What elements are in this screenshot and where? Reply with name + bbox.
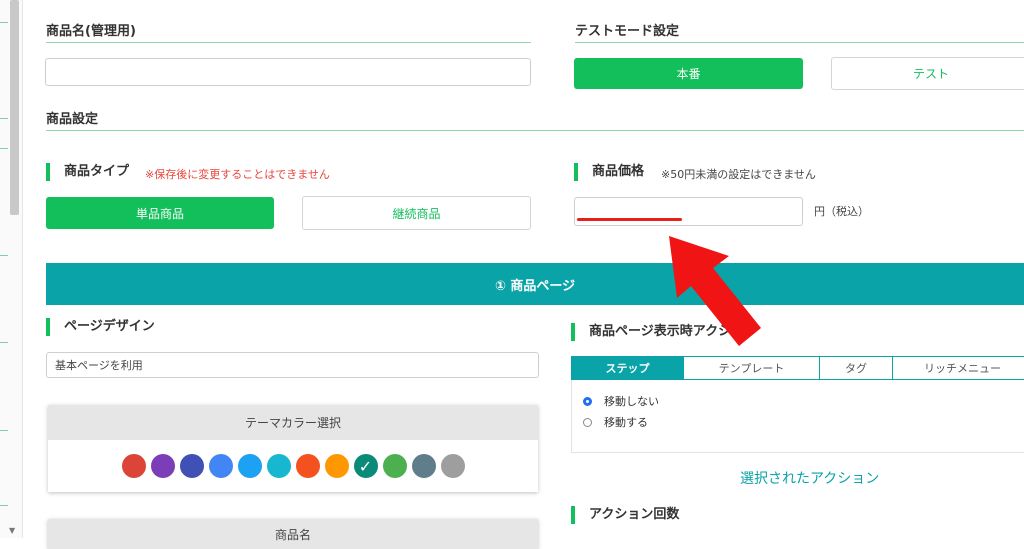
product-name-title: 商品名(管理用)	[46, 24, 136, 39]
test-mode-title: テストモード設定	[575, 24, 680, 39]
product-page-banner[interactable]: ① 商品ページ	[46, 263, 1024, 305]
option-move[interactable]: 移動する	[583, 414, 648, 430]
option-label: 移動しない	[604, 395, 659, 408]
theme-color-swatch[interactable]	[237, 454, 262, 478]
tab-rich-menu[interactable]: リッチメニュー	[893, 357, 1024, 379]
product-type-note: ※保存後に変更することはできません	[145, 168, 330, 181]
rail-tick	[0, 22, 8, 23]
theme-color-swatch[interactable]	[121, 454, 146, 478]
action-count-title: アクション回数	[571, 506, 679, 524]
single-product-button[interactable]: 単品商品	[46, 197, 274, 229]
swatch-row: ✓	[48, 454, 538, 478]
action-options-panel: 移動しない 移動する	[571, 380, 1024, 453]
theme-color-swatch[interactable]	[324, 454, 349, 478]
action-tabs: ステップ テンプレート タグ リッチメニュー	[571, 356, 1024, 380]
theme-color-swatch[interactable]	[150, 454, 175, 478]
check-icon: ✓	[358, 456, 373, 476]
tab-tag[interactable]: タグ	[820, 357, 893, 379]
scroll-down-icon[interactable]: ▼	[9, 526, 15, 535]
theme-color-swatch[interactable]	[295, 454, 320, 478]
theme-color-header: テーマカラー選択	[48, 405, 538, 440]
product-name-card: 商品名	[48, 519, 538, 549]
divider	[575, 42, 1024, 43]
theme-color-swatch[interactable]: ✓	[353, 454, 378, 478]
radio-checked-icon	[583, 396, 592, 406]
theme-color-swatch[interactable]	[208, 454, 233, 478]
rail-tick	[0, 505, 8, 506]
annotation-arrow-icon	[669, 236, 761, 346]
product-name-input[interactable]	[45, 58, 531, 86]
scrollbar-thumb[interactable]	[10, 0, 19, 215]
product-settings-title: 商品設定	[46, 112, 99, 127]
divider	[46, 130, 1024, 131]
page-design-select[interactable]: 基本ページを利用	[46, 352, 539, 378]
radio-unchecked-icon	[583, 417, 592, 427]
tab-step[interactable]: ステップ	[572, 357, 684, 379]
page-design-title: ページデザイン	[46, 318, 155, 336]
annotation-underline	[577, 218, 682, 221]
rail-tick	[0, 148, 8, 149]
theme-color-card: テーマカラー選択 ✓	[48, 405, 538, 492]
price-title: 商品価格	[574, 163, 644, 181]
live-mode-button[interactable]: 本番	[574, 58, 803, 89]
theme-color-swatch[interactable]	[440, 454, 465, 478]
theme-color-swatch[interactable]	[266, 454, 291, 478]
test-mode-button[interactable]: テスト	[831, 57, 1024, 90]
price-note: ※50円未満の設定はできません	[661, 168, 816, 181]
option-no-move[interactable]: 移動しない	[583, 393, 659, 409]
rail-tick	[0, 342, 8, 343]
tab-template[interactable]: テンプレート	[684, 357, 820, 379]
rail-tick	[0, 118, 8, 119]
product-name-card-header: 商品名	[48, 519, 538, 549]
option-label: 移動する	[604, 416, 648, 429]
divider	[46, 42, 531, 43]
theme-color-swatch[interactable]	[179, 454, 204, 478]
recurring-product-button[interactable]: 継続商品	[302, 196, 531, 230]
theme-color-swatch[interactable]	[382, 454, 407, 478]
selected-action-link[interactable]: 選択されたアクション	[740, 468, 879, 488]
price-input[interactable]	[574, 197, 803, 226]
price-unit: 円（税込）	[814, 205, 869, 218]
rail-tick	[0, 430, 8, 431]
product-type-title: 商品タイプ	[46, 163, 129, 181]
rail-tick	[0, 255, 8, 256]
theme-color-swatch[interactable]	[411, 454, 436, 478]
